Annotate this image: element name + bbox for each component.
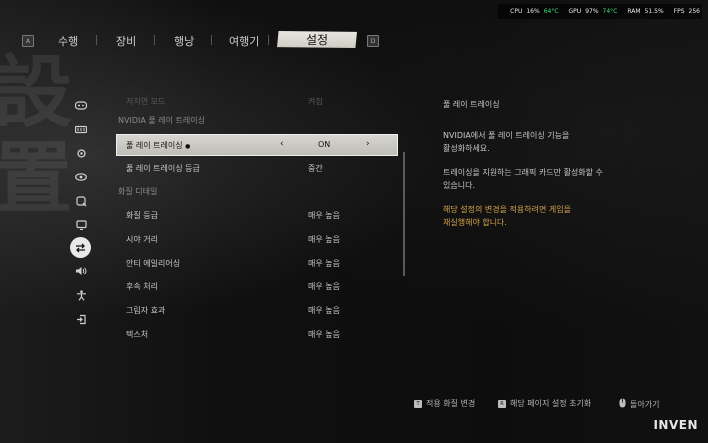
- setting-row-post-processing[interactable]: 후속 처리 매우 높음: [116, 275, 398, 297]
- setting-value: 매우 높음: [308, 211, 340, 220]
- mouse-icon: [619, 398, 626, 410]
- description-paragraph: 트레이싱을 지원하는 그래픽 카드만 활성화할 수 있습니다.: [443, 166, 643, 192]
- speaker-icon[interactable]: [74, 264, 88, 278]
- restart-warning: 해당 설정의 변경을 적용하려면 게임을 재실행해야 합니다.: [443, 203, 643, 229]
- section-header-quality: 화질 디테일: [118, 187, 158, 196]
- gpu-label: GPU: [568, 8, 582, 15]
- nvidia-icon: ●: [185, 143, 191, 150]
- section-header-rt: NVIDIA 풀 레이 트레이싱: [118, 116, 205, 125]
- exit-icon[interactable]: [74, 312, 88, 326]
- fps-stat: FPS 256: [674, 8, 700, 15]
- reset-label: 해당 페이지 설정 초기화: [510, 399, 592, 408]
- setting-value: 매우 높음: [308, 235, 340, 244]
- setting-value: 매우 높음: [308, 259, 340, 268]
- nav-divider: [211, 35, 212, 45]
- description-title: 풀 레이 트레이싱: [443, 100, 500, 109]
- nav-divider: [96, 35, 97, 45]
- apply-key: T: [414, 399, 422, 408]
- setting-label-text: 풀 레이 트레이싱: [126, 141, 183, 150]
- setting-row-view-distance[interactable]: 시야 거리 매우 높음: [116, 228, 398, 250]
- cpu-temp: 64°C: [543, 8, 559, 15]
- eye-icon[interactable]: [74, 170, 88, 184]
- tab-training[interactable]: 수행: [58, 33, 78, 49]
- cpu-label: CPU: [510, 8, 523, 15]
- controller-icon[interactable]: [74, 122, 88, 136]
- ram-percent: 51.5%: [644, 8, 664, 15]
- nav-divider: [268, 35, 269, 45]
- inven-logo: INVEN: [653, 418, 698, 432]
- gpu-temp: 74°C: [602, 8, 618, 15]
- prev-tab-key[interactable]: A: [22, 35, 34, 47]
- description-line: NVIDIA에서 풀 레이 트레이싱 기능을: [443, 131, 570, 140]
- performance-stats: CPU 16% 64°C GPU 97% 74°C RAM 51.5% FPS …: [510, 6, 700, 17]
- setting-row-texture[interactable]: 텍스처 매우 높음: [116, 323, 398, 345]
- settings-scrollbar[interactable]: [403, 152, 405, 276]
- gpu-percent: 97%: [585, 8, 599, 15]
- cpu-stat: CPU 16% 64°C: [510, 8, 558, 15]
- magnifier-icon[interactable]: [74, 194, 88, 208]
- setting-value: 중간: [308, 164, 323, 173]
- setting-value: 매우 높음: [308, 282, 340, 291]
- description-line: 있습니다.: [443, 181, 475, 190]
- setting-label: 풀 레이 트레이싱 ●: [126, 140, 190, 151]
- setting-label: 화질 등급: [126, 211, 158, 220]
- description-panel: 풀 레이 트레이싱 NVIDIA에서 풀 레이 트레이싱 기능을 활성화하세요.…: [443, 98, 643, 240]
- setting-row-anti-aliasing[interactable]: 안티 에일리어싱 매우 높음: [116, 252, 398, 274]
- warning-line: 재실행해야 합니다.: [443, 218, 507, 227]
- setting-label: 풀 레이 트레이싱 등급: [126, 164, 200, 173]
- reset-page-hint[interactable]: R 해당 페이지 설정 초기화: [498, 398, 591, 409]
- cpu-percent: 16%: [526, 8, 540, 15]
- setting-label: 시야 거리: [126, 235, 158, 244]
- setting-value: 매우 높음: [308, 306, 340, 315]
- ram-label: RAM: [627, 8, 641, 15]
- fps-value: 256: [688, 8, 700, 15]
- gpu-stat: GPU 97% 74°C: [569, 8, 618, 15]
- background-calligraphy: 設置: [0, 47, 73, 224]
- fps-label: FPS: [673, 8, 685, 15]
- ram-stat: RAM 51.5%: [627, 8, 663, 15]
- setting-value: 켜짐: [308, 97, 323, 106]
- swap-icon[interactable]: [70, 237, 91, 258]
- tab-settings-label: 설정: [305, 33, 329, 47]
- setting-row-shadow[interactable]: 그림자 효과 매우 높음: [116, 299, 398, 321]
- tab-equipment[interactable]: 장비: [116, 33, 136, 49]
- tab-travel-log[interactable]: 여행기: [229, 33, 259, 49]
- setting-row-quality-level[interactable]: 화질 등급 매우 높음: [116, 204, 398, 226]
- reset-key: R: [498, 399, 506, 408]
- gamepad-icon[interactable]: [74, 98, 88, 112]
- apply-quality-hint[interactable]: T 적용 화질 변경: [414, 398, 475, 409]
- nav-divider: [154, 35, 155, 45]
- next-tab-key[interactable]: D: [367, 35, 379, 47]
- tab-pouch[interactable]: 행낭: [174, 33, 194, 49]
- tab-settings[interactable]: 설정: [277, 31, 357, 48]
- description-paragraph: NVIDIA에서 풀 레이 트레이싱 기능을 활성화하세요.: [443, 129, 643, 155]
- setting-row-low-latency[interactable]: 저지연 모드 켜짐: [116, 90, 398, 112]
- setting-value: 매우 높음: [308, 330, 340, 339]
- setting-label: 안티 에일리어싱: [126, 259, 181, 268]
- chevron-left-icon[interactable]: ‹: [280, 139, 284, 149]
- apply-label: 적용 화질 변경: [426, 399, 476, 408]
- setting-label: 후속 처리: [126, 282, 158, 291]
- accessibility-icon[interactable]: [74, 288, 88, 302]
- chevron-right-icon[interactable]: ›: [366, 139, 370, 149]
- setting-value: ON: [318, 140, 331, 149]
- warning-line: 해당 설정의 변경을 적용하려면 게임을: [443, 205, 571, 214]
- setting-row-full-ray-tracing[interactable]: 풀 레이 트레이싱 ● ‹ ON ›: [116, 134, 398, 156]
- monitor-icon[interactable]: [74, 218, 88, 232]
- description-line: 트레이싱을 지원하는 그래픽 카드만 활성화할 수: [443, 168, 603, 177]
- back-hint[interactable]: 돌아가기: [619, 398, 659, 410]
- back-label: 돌아가기: [630, 399, 660, 409]
- setting-label: 그림자 효과: [126, 306, 166, 315]
- setting-row-rt-level[interactable]: 풀 레이 트레이싱 등급 중간: [116, 157, 398, 179]
- setting-label: 저지연 모드: [126, 97, 166, 106]
- setting-label: 텍스처: [126, 330, 149, 339]
- description-line: 활성화하세요.: [443, 144, 490, 153]
- gear-icon[interactable]: [74, 146, 88, 160]
